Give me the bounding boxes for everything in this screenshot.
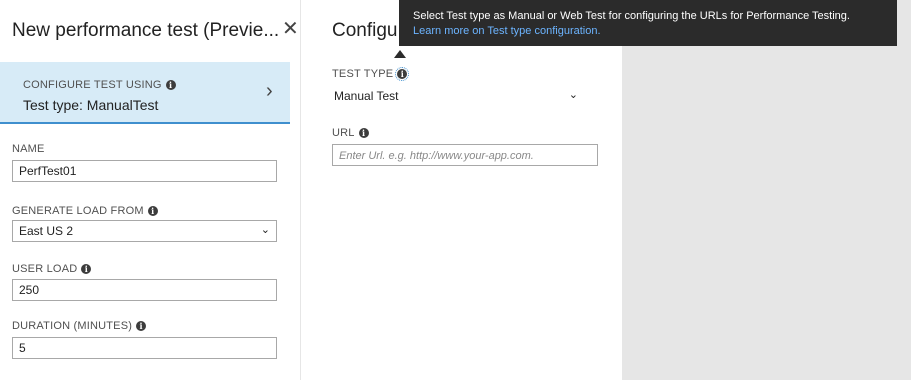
url-label: URL i <box>332 127 369 139</box>
test-type-label-text: TEST TYPE <box>332 68 394 80</box>
chevron-right-icon: › <box>266 80 273 102</box>
url-placeholder: Enter Url. e.g. http://www.your-app.com. <box>339 150 534 162</box>
new-performance-test-blade: New performance test (Previe... ✕ CONFIG… <box>0 0 301 380</box>
blade-title: New performance test (Previe... <box>12 20 280 41</box>
configure-caption: CONFIGURE TEST USING i <box>23 79 176 91</box>
name-value: PerfTest01 <box>19 164 77 178</box>
duration-field[interactable]: 5 <box>12 337 277 359</box>
chevron-down-icon: ⌄ <box>568 89 578 101</box>
tooltip-pointer <box>394 50 406 58</box>
name-label: NAME <box>12 143 45 155</box>
url-input[interactable]: Enter Url. e.g. http://www.your-app.com. <box>332 144 598 166</box>
configure-caption-label: CONFIGURE TEST USING <box>23 79 162 91</box>
info-icon[interactable]: i <box>395 67 410 82</box>
test-type-label: TEST TYPE i <box>332 67 410 82</box>
info-icon[interactable]: i <box>358 128 369 139</box>
info-icon[interactable]: i <box>147 206 158 217</box>
info-icon[interactable]: i <box>81 264 92 275</box>
user-load-value: 250 <box>19 283 40 297</box>
name-field[interactable]: PerfTest01 <box>12 160 277 182</box>
close-icon[interactable]: ✕ <box>282 19 299 39</box>
configure-test-using-button[interactable]: CONFIGURE TEST USING i Test type: ManualT… <box>0 62 290 124</box>
user-load-label: USER LOAD i <box>12 263 92 275</box>
configure-value: Test type: ManualTest <box>23 97 159 113</box>
info-icon[interactable]: i <box>136 321 147 332</box>
info-icon[interactable]: i <box>165 80 176 91</box>
generate-load-select[interactable]: East US 2 ⌄ <box>12 220 277 242</box>
url-label-text: URL <box>332 127 355 139</box>
generate-load-value: East US 2 <box>19 224 74 238</box>
duration-label: DURATION (MINUTES) i <box>12 320 147 332</box>
configure-blade: Configu TEST TYPE i Manual Test ⌄ URL i En… <box>318 0 620 380</box>
test-type-select[interactable]: Manual Test ⌄ <box>332 86 598 108</box>
generate-load-label: GENERATE LOAD FROM i <box>12 205 158 217</box>
tooltip-text: Select Test type as Manual or Web Test f… <box>413 10 850 22</box>
user-load-field[interactable]: 250 <box>12 279 277 301</box>
test-type-value: Manual Test <box>334 89 399 103</box>
tooltip-learn-more-link[interactable]: Learn more on Test type configuration. <box>413 24 885 39</box>
configure-blade-title: Configu <box>332 20 398 41</box>
duration-value: 5 <box>19 341 26 355</box>
test-type-tooltip: Select Test type as Manual or Web Test f… <box>399 0 897 46</box>
user-load-label-text: USER LOAD <box>12 263 78 275</box>
generate-load-label-text: GENERATE LOAD FROM <box>12 205 144 217</box>
background-panel <box>622 0 911 380</box>
duration-label-text: DURATION (MINUTES) <box>12 320 133 332</box>
chevron-down-icon: ⌄ <box>260 224 270 236</box>
